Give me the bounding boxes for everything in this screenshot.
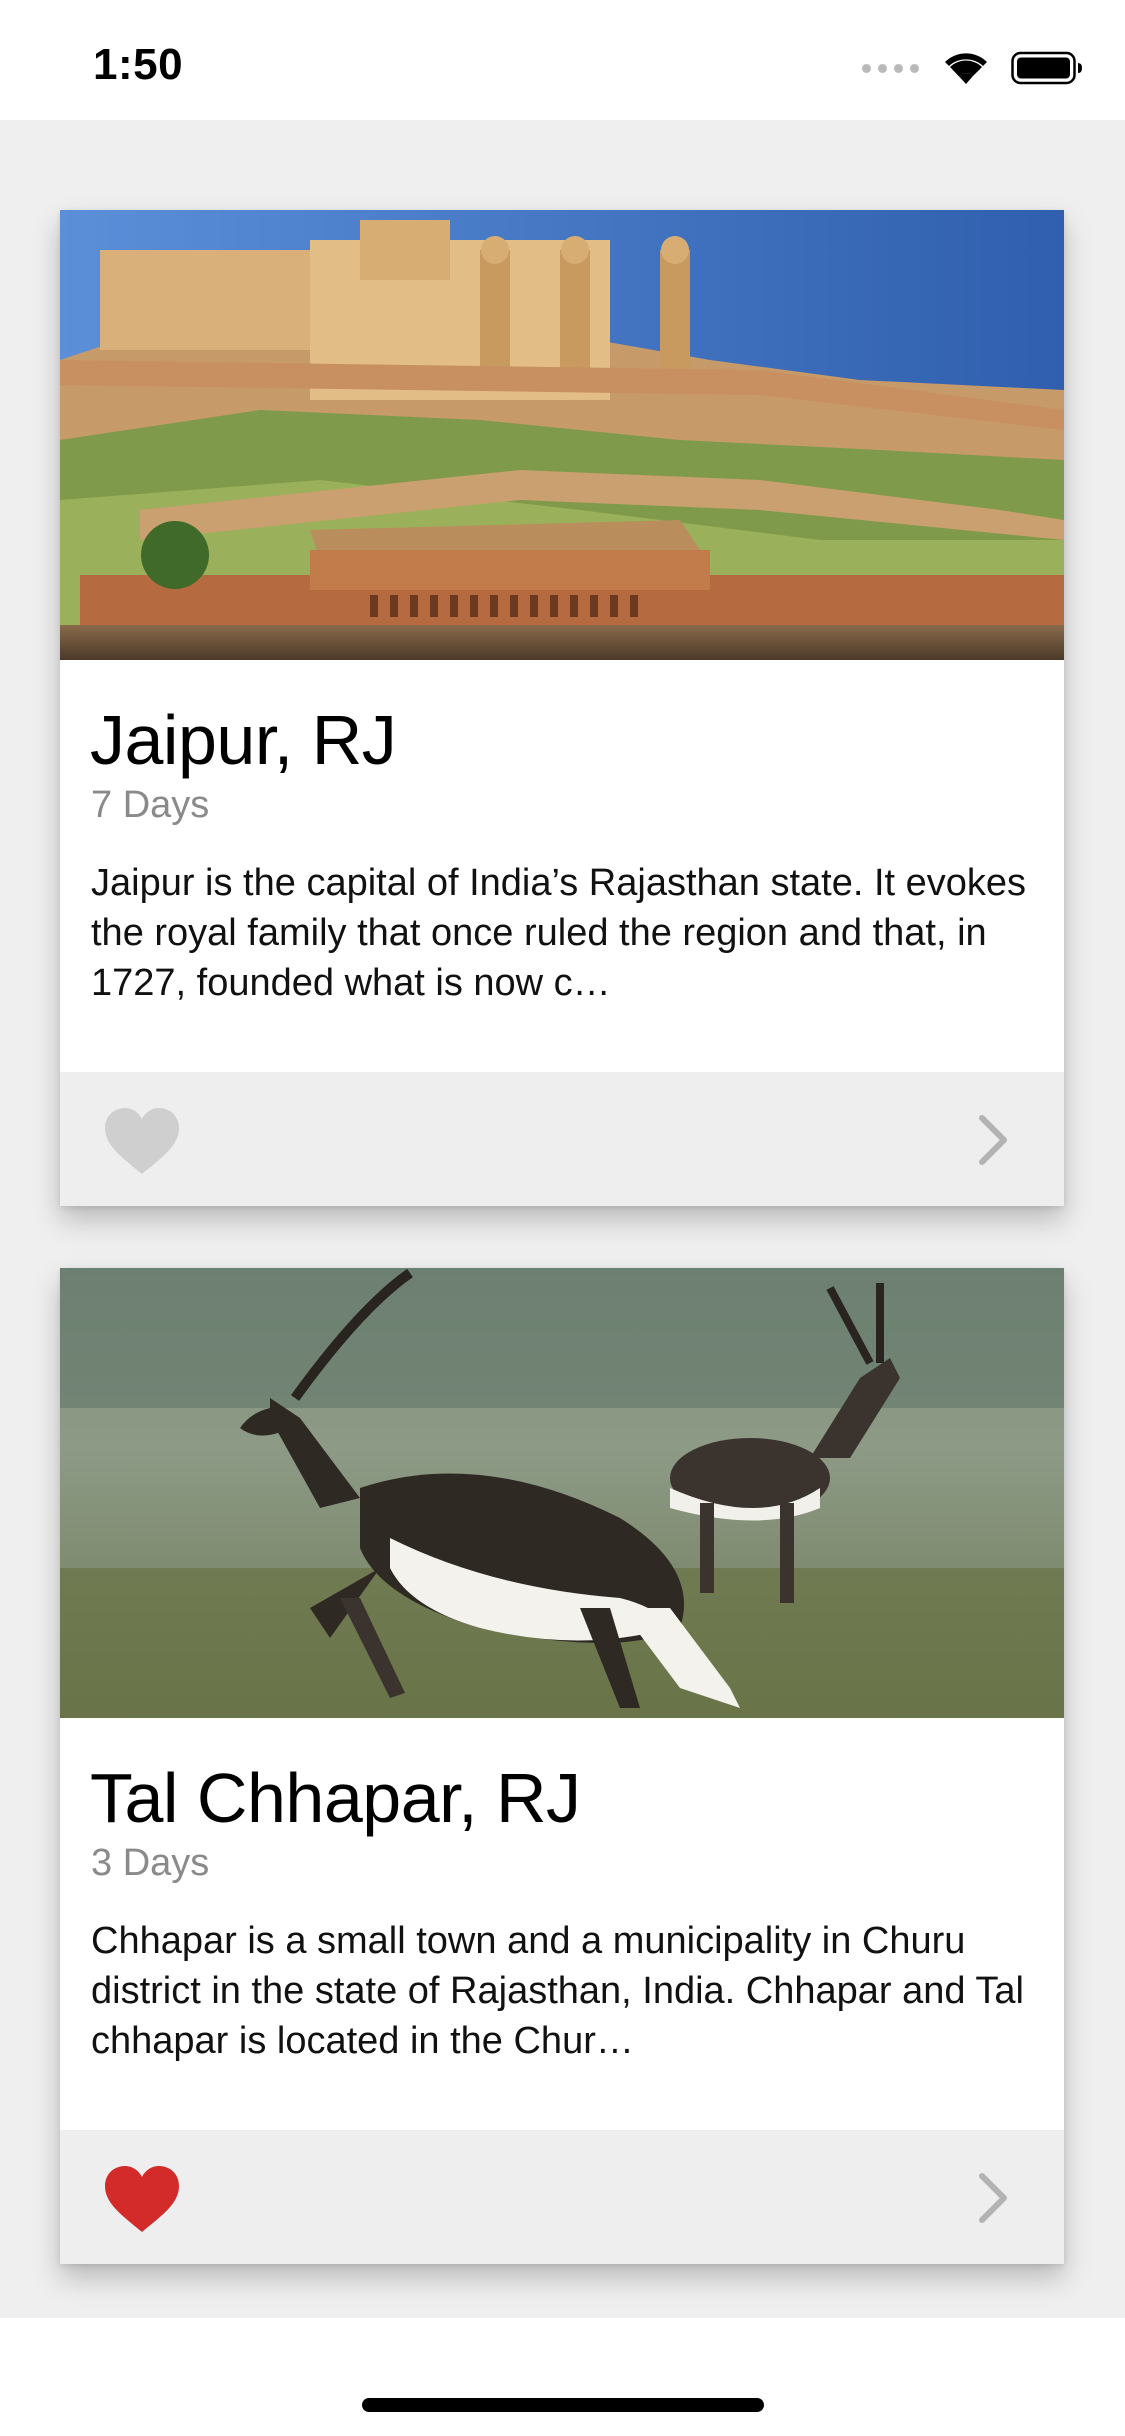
blackbuck-photo: [60, 1268, 1064, 1718]
open-details-button[interactable]: [976, 1112, 1012, 1168]
card-duration: 3 Days: [91, 1842, 210, 1884]
signal-dots-icon: [862, 63, 919, 73]
chevron-right-icon: [979, 1115, 1007, 1165]
card-description: Jaipur is the capital of India’s Rajasth…: [91, 862, 1027, 1004]
status-bar: 1:50: [0, 0, 1125, 120]
status-icons: [862, 48, 1083, 88]
card-footer: [60, 1072, 1064, 1206]
open-details-button[interactable]: [976, 2170, 1012, 2226]
heart-icon: [105, 1108, 179, 1174]
card-title: Tal Chhapar, RJ: [90, 1759, 581, 1837]
trip-card-tal-chhapar[interactable]: Tal Chhapar, RJ 3 Days Chhapar is a smal…: [60, 1268, 1064, 2264]
bottom-safe-area: [0, 2318, 1125, 2436]
card-description: Chhapar is a small town and a municipali…: [91, 1920, 1024, 2062]
card-footer: [60, 2130, 1064, 2264]
battery-icon: [1011, 51, 1082, 85]
status-time: 1:50: [93, 40, 184, 89]
card-title: Jaipur, RJ: [90, 701, 397, 779]
heart-icon: [105, 2166, 179, 2232]
trip-card-jaipur[interactable]: Jaipur, RJ 7 Days Jaipur is the capital …: [60, 210, 1064, 1206]
card-duration: 7 Days: [91, 784, 210, 826]
wifi-icon: [945, 53, 987, 84]
favorite-button[interactable]: [103, 1106, 181, 1176]
amber-fort-photo: [60, 210, 1064, 660]
favorite-button[interactable]: [103, 2164, 181, 2234]
home-indicator[interactable]: [362, 2398, 764, 2412]
chevron-right-icon: [979, 2173, 1007, 2223]
